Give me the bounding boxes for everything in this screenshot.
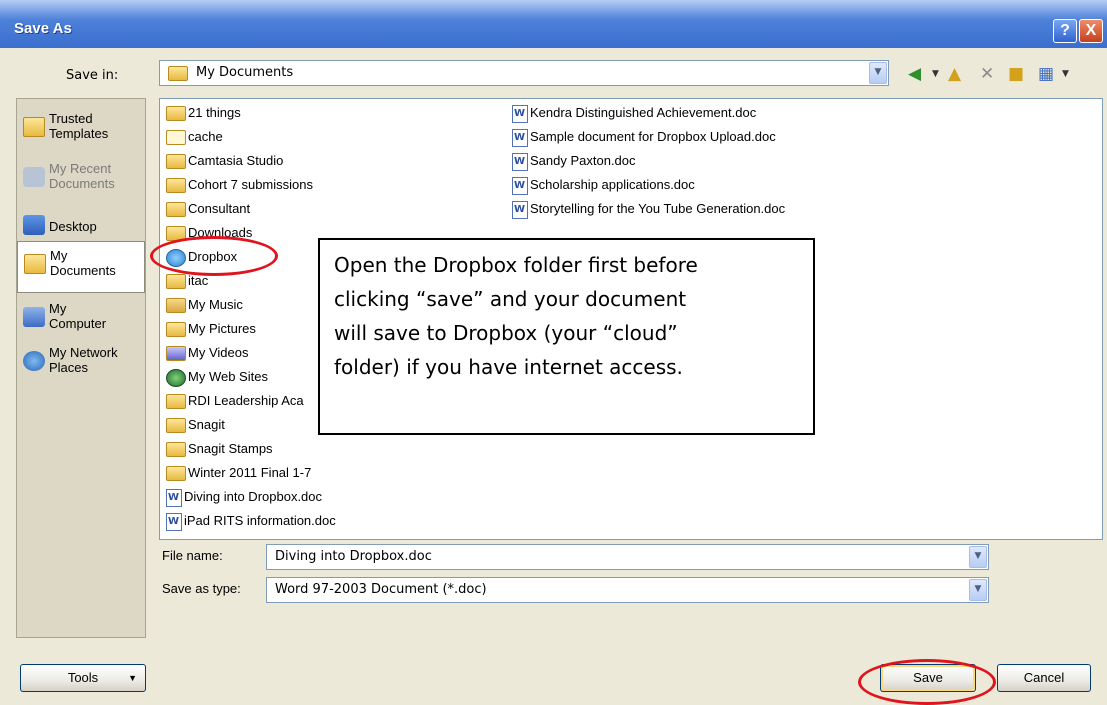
delete-icon[interactable]: ✕ (980, 61, 994, 87)
place-my-documents[interactable]: My Documents (17, 241, 145, 293)
web-sites-icon (166, 368, 186, 387)
desktop-icon (23, 215, 45, 235)
folder-icon (166, 442, 186, 458)
list-item[interactable]: Scholarship applications.doc (512, 175, 695, 197)
file-name-label: File name: (162, 548, 223, 563)
file-name-input[interactable]: Diving into Dropbox.doc ▼ (266, 544, 989, 570)
list-item[interactable]: Snagit (166, 415, 225, 437)
folder-icon (166, 178, 186, 194)
folder-icon (166, 154, 186, 170)
save-as-type-value: Word 97-2003 Document (*.doc) (275, 582, 487, 597)
list-item[interactable]: RDI Leadership Aca (166, 391, 304, 413)
place-trusted-templates[interactable]: Trusted Templates (17, 105, 145, 153)
back-dropdown-icon[interactable]: ▼ (932, 61, 939, 87)
places-bar: Trusted Templates My Recent Documents Desk… (16, 98, 146, 638)
word-document-icon (512, 152, 528, 172)
list-item[interactable]: Cohort 7 submissions (166, 175, 313, 197)
views-dropdown-icon[interactable]: ▼ (1062, 61, 1069, 87)
folder-icon (23, 117, 45, 137)
word-document-icon (512, 128, 528, 148)
list-item[interactable]: My Videos (166, 343, 248, 365)
views-icon[interactable]: ▦ (1038, 61, 1054, 87)
cancel-button[interactable]: Cancel (997, 664, 1091, 692)
file-name-value: Diving into Dropbox.doc (275, 549, 432, 564)
title-bar: Save As ? X (0, 0, 1107, 48)
computer-icon (23, 307, 45, 327)
folder-icon (166, 130, 186, 146)
window-title: Save As (14, 20, 72, 37)
list-item[interactable]: Storytelling for the You Tube Generation… (512, 199, 785, 221)
chevron-down-icon[interactable]: ▼ (969, 546, 987, 568)
save-highlight-oval (858, 659, 996, 705)
up-folder-icon[interactable]: ▲ (948, 61, 961, 87)
chevron-down-icon[interactable]: ▼ (969, 579, 987, 601)
save-as-type-dropdown[interactable]: Word 97-2003 Document (*.doc) ▼ (266, 577, 989, 603)
help-button[interactable]: ? (1053, 19, 1077, 43)
folder-icon (166, 202, 186, 218)
folder-icon (24, 254, 46, 274)
list-item[interactable]: Sandy Paxton.doc (512, 151, 636, 173)
videos-folder-icon (166, 346, 186, 362)
save-in-label: Save in: (66, 68, 119, 83)
recent-documents-icon (23, 167, 45, 187)
music-folder-icon (166, 298, 186, 314)
list-item[interactable]: My Pictures (166, 319, 256, 341)
list-item[interactable]: Sample document for Dropbox Upload.doc (512, 127, 776, 149)
folder-icon (166, 394, 186, 410)
save-as-type-label: Save as type: (162, 581, 241, 596)
chevron-down-icon: ▼ (128, 673, 137, 683)
folder-icon (166, 418, 186, 434)
toolbar: ◀ ▼ ▲ ✕ ■ ▦ ▼ (900, 61, 1100, 87)
list-item[interactable]: Consultant (166, 199, 250, 221)
network-icon (23, 351, 45, 371)
close-button[interactable]: X (1079, 19, 1103, 43)
list-item[interactable]: iPad RITS information.doc (166, 511, 336, 533)
folder-icon (166, 466, 186, 482)
pictures-folder-icon (166, 322, 186, 338)
chevron-down-icon[interactable]: ▼ (869, 62, 887, 84)
list-item[interactable]: Diving into Dropbox.doc (166, 487, 322, 509)
tools-button[interactable]: Tools ▼ (20, 664, 146, 692)
instruction-callout: Open the Dropbox folder first before cli… (318, 238, 815, 435)
place-my-computer[interactable]: My Computer (17, 295, 145, 343)
folder-icon (166, 274, 186, 290)
word-document-icon (166, 488, 182, 508)
list-item[interactable]: Kendra Distinguished Achievement.doc (512, 103, 756, 125)
list-item[interactable]: My Music (166, 295, 243, 317)
list-item[interactable]: Winter 2011 Final 1-7 (166, 463, 311, 485)
save-in-value: My Documents (196, 65, 294, 80)
place-my-recent-documents[interactable]: My Recent Documents (17, 155, 145, 203)
list-item[interactable]: Camtasia Studio (166, 151, 283, 173)
list-item[interactable]: My Web Sites (166, 367, 268, 389)
word-document-icon (512, 104, 528, 124)
word-document-icon (166, 512, 182, 532)
save-in-dropdown[interactable]: My Documents ▼ (159, 60, 889, 86)
place-my-network-places[interactable]: My Network Places (17, 339, 145, 387)
list-item[interactable]: cache (166, 127, 223, 149)
word-document-icon (512, 200, 528, 220)
folder-icon (168, 66, 188, 81)
back-icon[interactable]: ◀ (908, 61, 921, 87)
list-item[interactable]: Snagit Stamps (166, 439, 273, 461)
folder-icon (166, 106, 186, 122)
list-item[interactable]: 21 things (166, 103, 241, 125)
new-folder-icon[interactable]: ■ (1008, 61, 1024, 87)
dropbox-highlight-oval (150, 236, 278, 276)
word-document-icon (512, 176, 528, 196)
